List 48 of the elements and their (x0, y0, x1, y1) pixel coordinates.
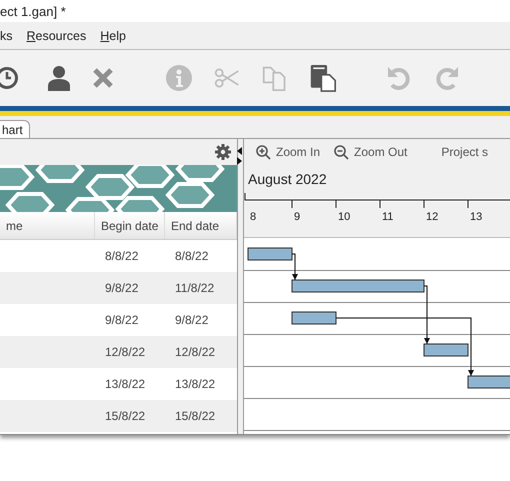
menu-item[interactable]: Resources (26, 26, 86, 44)
day-label: 10 (338, 211, 350, 223)
table-cell-text: 12/8/22 (104, 345, 146, 359)
task-bar[interactable] (248, 248, 292, 260)
dependency-arrow (292, 254, 298, 280)
info-icon (166, 65, 192, 91)
toolbar-label[interactable]: Project s (441, 145, 488, 159)
zoom-in-button[interactable]: Zoom In (256, 144, 320, 160)
table-cell-text: 9/8/22 (104, 281, 140, 295)
task-bar[interactable] (292, 312, 336, 324)
toolbar-button[interactable] (46, 65, 72, 91)
table-cell-text: 12/8/22 (174, 345, 216, 359)
menu-item[interactable]: Help (100, 26, 126, 44)
column-header[interactable]: Begin date (95, 212, 165, 239)
table-cell-text: 13/8/22 (104, 377, 146, 391)
menu-item[interactable]: ks (0, 26, 12, 44)
task-bar[interactable] (468, 376, 510, 388)
day-label: 9 (294, 211, 300, 223)
table-cell-text: 8/8/22 (104, 249, 140, 263)
undo-icon (386, 65, 412, 91)
table-cell-text: 9/8/22 (104, 313, 140, 327)
delete-icon (92, 67, 114, 89)
task-bar[interactable] (424, 344, 468, 356)
table-cell-text: 9/8/22 (174, 313, 210, 327)
day-label: 11 (382, 211, 394, 223)
day-label: 12 (426, 211, 438, 223)
toolbar-button[interactable] (310, 65, 336, 91)
scissors-icon (214, 66, 240, 90)
tab[interactable]: hart (0, 120, 30, 138)
person-icon (47, 65, 71, 91)
zoom-in-icon (256, 144, 271, 160)
clock-icon (0, 66, 19, 90)
settings-icon[interactable] (215, 144, 231, 160)
window-title: ect 1.gan] * (0, 4, 66, 18)
month-label: August 2022 (248, 171, 327, 187)
task-bar[interactable] (292, 280, 424, 292)
redo-icon (434, 65, 460, 91)
column-header[interactable]: me (0, 212, 95, 239)
table-cell-text: 11/8/22 (174, 281, 216, 295)
table-cell-text: 15/8/22 (174, 409, 216, 423)
zoom-out-button[interactable]: Zoom Out (334, 144, 408, 160)
table-cell-text: 15/8/22 (104, 409, 146, 423)
table-cell-text: 8/8/22 (174, 249, 210, 263)
table-cell-text: 13/8/22 (174, 377, 216, 391)
zoom-out-icon (334, 144, 350, 160)
day-label: 13 (470, 211, 482, 223)
toolbar-button[interactable] (0, 65, 20, 91)
day-label: 8 (250, 211, 256, 223)
